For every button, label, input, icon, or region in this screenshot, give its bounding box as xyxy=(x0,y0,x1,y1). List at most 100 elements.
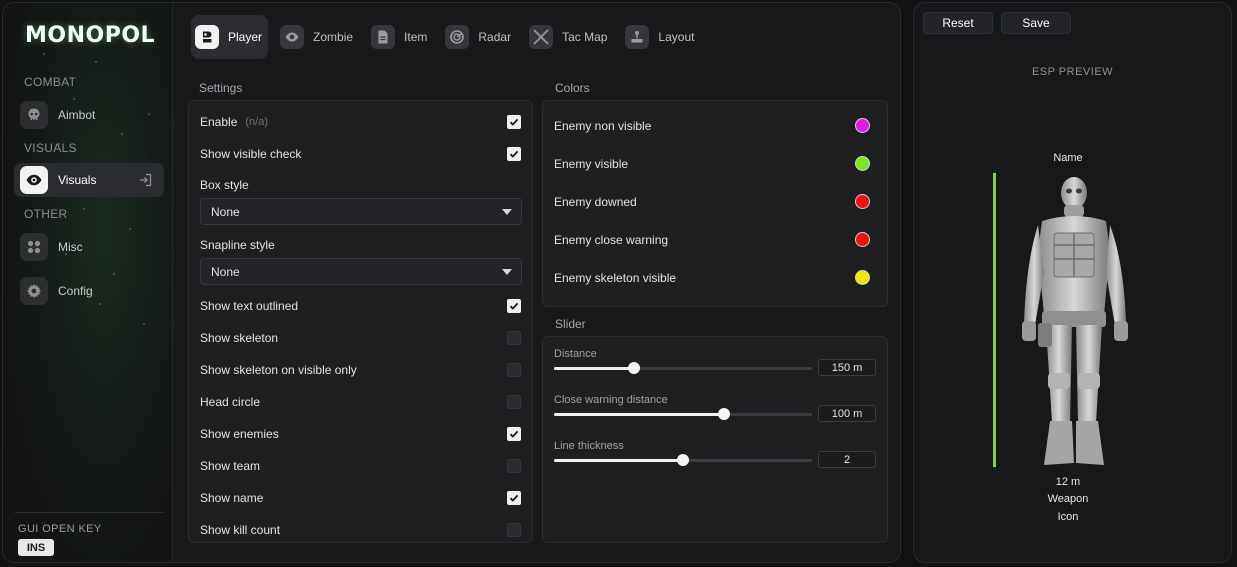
settings-toggle-row[interactable]: Head circle xyxy=(200,392,521,412)
color-label: Enemy close warning xyxy=(554,233,669,247)
slider-fill xyxy=(554,413,725,416)
settings-toggle-checkbox[interactable] xyxy=(507,459,521,473)
chevron-down-icon xyxy=(502,269,512,275)
esp-name-label: Name xyxy=(1053,152,1083,164)
app-logo: MONOPOL xyxy=(25,23,156,48)
esp-weapon-label: Weapon xyxy=(1047,493,1089,505)
box-style-dropdown[interactable]: None xyxy=(200,198,522,225)
enable-checkbox[interactable] xyxy=(507,115,521,129)
section-label-visuals: VISUALS xyxy=(24,141,77,155)
settings-toggle-checkbox[interactable] xyxy=(507,523,521,537)
color-swatch-button[interactable] xyxy=(855,118,870,133)
sidebar: MONOPOL COMBAT Aimbot VISUALS Visuals OT… xyxy=(3,3,173,562)
tab-player[interactable]: Player xyxy=(191,15,269,59)
document-icon xyxy=(371,25,396,49)
settings-toggle-label: Show skeleton on visible only xyxy=(200,363,357,377)
settings-toggle-label: Head circle xyxy=(200,395,261,409)
gear-icon xyxy=(20,277,48,305)
tab-tac-map[interactable]: Tac Map xyxy=(525,15,613,59)
sidebar-item-label: Visuals xyxy=(58,173,97,187)
snapline-style-label: Snapline style xyxy=(200,238,275,252)
tab-zombie[interactable]: Zombie xyxy=(276,15,359,59)
settings-toggle-row[interactable]: Show text outlined xyxy=(200,296,521,316)
tab-item[interactable]: Item xyxy=(367,15,433,59)
tab-label: Radar xyxy=(478,30,512,44)
soldier-model-image xyxy=(1022,177,1128,465)
slider-value-input[interactable]: 150 m xyxy=(818,359,876,376)
sidebar-item-visuals[interactable]: Visuals xyxy=(14,163,164,197)
settings-toggle-row[interactable]: Show name xyxy=(200,488,521,508)
sidebar-item-label: Config xyxy=(58,284,93,298)
sidebar-item-aimbot[interactable]: Aimbot xyxy=(14,98,164,132)
color-row: Enemy non visible xyxy=(554,116,870,136)
color-label: Enemy downed xyxy=(554,195,637,209)
settings-toggle-checkbox[interactable] xyxy=(507,299,521,313)
esp-icon-label: Icon xyxy=(1057,511,1079,523)
settings-toggle-row[interactable]: Show skeleton on visible only xyxy=(200,360,521,380)
chevron-down-icon xyxy=(502,209,512,215)
crossed-swords-icon xyxy=(529,25,554,49)
enable-row[interactable]: Enable (n/a) xyxy=(200,112,521,132)
settings-toggle-checkbox[interactable] xyxy=(507,427,521,441)
reset-button[interactable]: Reset xyxy=(923,12,993,34)
settings-card: Enable (n/a) Show visible check Box styl… xyxy=(188,100,533,543)
color-label: Enemy non visible xyxy=(554,119,652,133)
show-visible-check-row[interactable]: Show visible check xyxy=(200,144,521,164)
eye-icon xyxy=(20,166,48,194)
sidebar-item-label: Misc xyxy=(58,240,83,254)
settings-toggle-label: Show kill count xyxy=(200,523,281,537)
joystick-icon xyxy=(625,25,650,49)
slider-value-input[interactable]: 100 m xyxy=(818,405,876,422)
settings-toggle-checkbox[interactable] xyxy=(507,491,521,505)
snapline-style-dropdown[interactable]: None xyxy=(200,258,522,285)
skull-icon xyxy=(20,101,48,129)
esp-distance-label: 12 m xyxy=(1055,476,1081,488)
slider-fill xyxy=(554,367,634,370)
section-label-other: OTHER xyxy=(24,207,68,221)
color-swatch-button[interactable] xyxy=(855,194,870,209)
enable-hint: (n/a) xyxy=(245,116,268,128)
settings-toggle-checkbox[interactable] xyxy=(507,331,521,345)
colors-card: Enemy non visible Enemy visible Enemy down… xyxy=(542,100,888,307)
color-row: Enemy skeleton visible xyxy=(554,268,870,288)
sidebar-item-misc[interactable]: Misc xyxy=(14,230,164,264)
settings-toggle-checkbox[interactable] xyxy=(507,363,521,377)
tab-label: Zombie xyxy=(313,30,354,44)
box-style-label: Box style xyxy=(200,178,249,192)
settings-toggle-row[interactable]: Show skeleton xyxy=(200,328,521,348)
tab-layout[interactable]: Layout xyxy=(621,15,700,59)
sidebar-item-config[interactable]: Config xyxy=(14,274,164,308)
show-visible-check-checkbox[interactable] xyxy=(507,147,521,161)
player-icon xyxy=(195,25,219,49)
eye-icon xyxy=(280,25,305,49)
settings-toggle-row[interactable]: Show kill count xyxy=(200,520,521,540)
colors-title: Colors xyxy=(555,81,590,95)
color-label: Enemy visible xyxy=(554,157,629,171)
color-swatch-button[interactable] xyxy=(855,156,870,171)
slider-value-input[interactable]: 2 xyxy=(818,451,876,468)
slider-track[interactable] xyxy=(554,408,812,420)
gui-open-key-button[interactable]: INS xyxy=(18,539,54,556)
settings-toggle-row[interactable]: Show enemies xyxy=(200,424,521,444)
color-swatch-button[interactable] xyxy=(855,270,870,285)
slider-handle[interactable] xyxy=(677,454,689,466)
slider-handle[interactable] xyxy=(718,408,731,420)
slider-track[interactable] xyxy=(554,454,812,466)
settings-toggle-checkbox[interactable] xyxy=(507,395,521,409)
slider-track[interactable] xyxy=(554,362,812,374)
settings-toggle-label: Show enemies xyxy=(200,427,279,441)
sidebar-item-label: Aimbot xyxy=(58,108,96,122)
save-button[interactable]: Save xyxy=(1001,12,1071,34)
health-bar xyxy=(993,173,996,467)
tab-bar: Player Zombie Item Radar Tac Map Layout xyxy=(191,15,708,61)
tab-radar[interactable]: Radar xyxy=(441,15,517,59)
settings-toggle-row[interactable]: Show team xyxy=(200,456,521,476)
settings-toggle-label: Show name xyxy=(200,491,264,505)
color-swatch-button[interactable] xyxy=(855,232,870,247)
login-arrow-icon xyxy=(140,173,152,187)
enable-label: Enable xyxy=(200,115,238,129)
snapline-style-value: None xyxy=(211,264,240,279)
tab-label: Layout xyxy=(658,30,695,44)
box-style-value: None xyxy=(211,204,240,219)
slider-handle[interactable] xyxy=(627,362,640,374)
